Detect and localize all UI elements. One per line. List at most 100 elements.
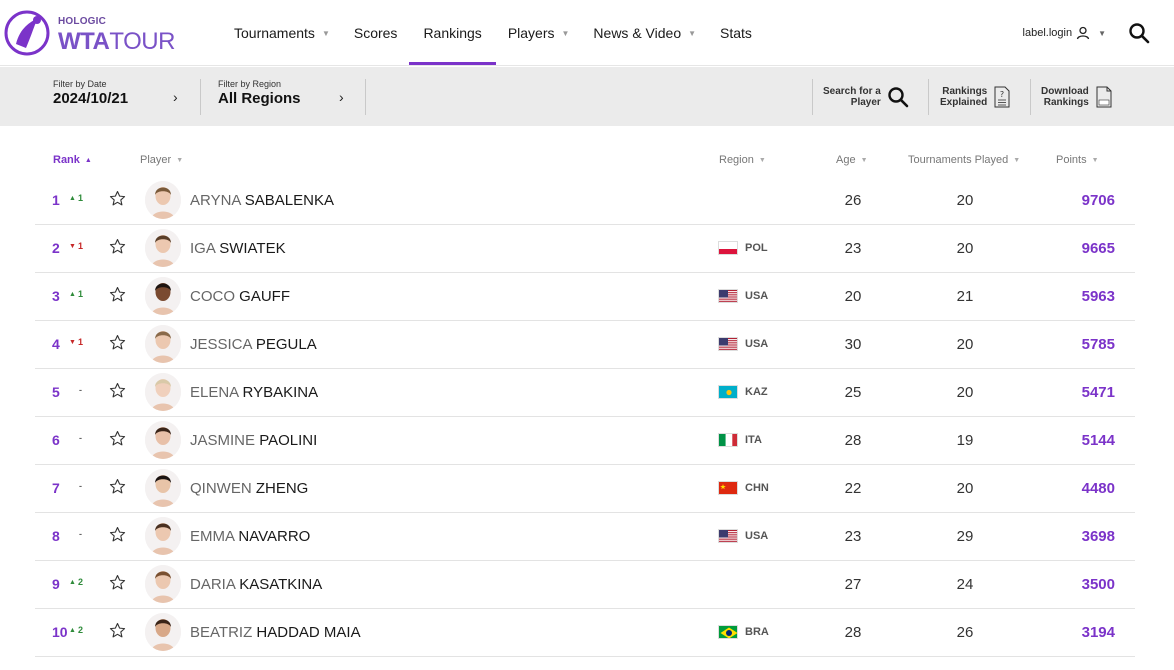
nav-label: Players [507,25,555,41]
top-navigation: HOLOGIC WTATOUR Tournaments ▼ Scores Rank… [0,0,1174,66]
favorite-star-icon[interactable] [109,286,126,303]
country-code: POL [745,242,768,254]
chevron-down-icon: ▼ [561,28,570,38]
search-player-line1: Search for a [823,86,881,97]
table-row[interactable]: 10 ▲ 2 BEATRIZ HADDAD MAIA BRA 28 26 319… [35,609,1135,657]
table-row[interactable]: 6 - JASMINE PAOLINI ITA 28 19 5144 [35,417,1135,465]
tournaments-played: 20 [956,240,974,257]
rank-movement: - [77,481,82,491]
player-avatar[interactable] [145,517,181,555]
player-avatar[interactable] [145,373,181,411]
favorite-star-icon[interactable] [109,334,126,351]
nav-news-video[interactable]: News & Video ▼ [581,0,708,66]
player-name-link[interactable]: EMMA NAVARRO [190,528,310,545]
nav-stats[interactable]: Stats [708,0,764,66]
player-portrait-icon [145,517,181,555]
player-portrait-icon [145,229,181,267]
player-avatar[interactable] [145,469,181,507]
chevron-down-icon: ▼ [758,156,766,164]
nav-tournaments[interactable]: Tournaments ▼ [222,0,342,66]
table-row[interactable]: 9 ▲ 2 DARIA KASATKINA 27 24 3500 [35,561,1135,609]
rank-movement: ▼ 1 [69,337,83,347]
player-name-link[interactable]: COCO GAUFF [190,288,290,305]
favorite-star-icon[interactable] [109,382,126,399]
player-portrait-icon [145,277,181,315]
player-avatar[interactable] [145,181,181,219]
chevron-down-icon: ▼ [1013,156,1021,164]
player-age: 25 [844,384,862,401]
sort-age[interactable]: Age ▼ [836,154,868,166]
favorite-star-icon[interactable] [109,190,126,207]
player-name-link[interactable]: ELENA RYBAKINA [190,384,318,401]
favorite-star-icon[interactable] [109,574,126,591]
player-name-link[interactable]: QINWEN ZHENG [190,480,308,497]
region-filter[interactable]: Filter by Region All Regions › [218,79,353,115]
country-flag [718,625,738,639]
player-avatar[interactable] [145,277,181,315]
sort-points[interactable]: Points ▼ [1056,154,1099,166]
sort-tournaments-played[interactable]: Tournaments Played ▼ [908,154,1020,166]
player-age: 20 [844,288,862,305]
rank-movement: ▲ 2 [69,577,83,587]
sort-rank[interactable]: Rank ▲ [53,154,92,166]
player-first-name: QINWEN [190,480,252,497]
china-flag-icon [719,482,737,494]
table-row[interactable]: 5 - ELENA RYBAKINA KAZ 25 20 5471 [35,369,1135,417]
player-name-link[interactable]: BEATRIZ HADDAD MAIA [190,624,361,641]
sort-region[interactable]: Region ▼ [719,154,766,166]
table-row[interactable]: 3 ▲ 1 COCO GAUFF USA 20 21 5963 [35,273,1135,321]
login-button[interactable]: label.login ▼ [1023,26,1106,40]
usa-flag-icon [719,290,737,302]
country-flag [718,481,738,495]
download-rankings-button[interactable]: Download Rankings [1041,79,1113,115]
nav-rankings[interactable]: Rankings [409,0,497,66]
player-avatar[interactable] [145,613,181,651]
rank-number: 8 [52,528,60,544]
player-avatar[interactable] [145,421,181,459]
search-player-button[interactable]: Search for a Player [823,79,909,115]
header-player-label: Player [140,154,172,166]
nav-players[interactable]: Players ▼ [496,0,582,66]
movement-value: 1 [77,241,83,251]
player-last-name: SWIATEK [219,240,286,257]
download-line1: Download [1041,86,1089,97]
favorite-star-icon[interactable] [109,622,126,639]
tournaments-played: 24 [956,576,974,593]
nav-scores[interactable]: Scores [342,0,410,66]
movement-arrow-icon: ▲ [69,626,76,634]
header-rank-label: Rank [53,154,80,166]
table-row[interactable]: 7 - QINWEN ZHENG CHN 22 20 4480 [35,465,1135,513]
player-avatar[interactable] [145,325,181,363]
player-name-link[interactable]: JESSICA PEGULA [190,336,317,353]
player-name-link[interactable]: JASMINE PAOLINI [190,432,317,449]
user-icon [1076,26,1090,40]
table-row[interactable]: 2 ▼ 1 IGA SWIATEK POL 23 20 9665 [35,225,1135,273]
favorite-star-icon[interactable] [109,526,126,543]
wta-logo[interactable]: HOLOGIC WTATOUR [4,8,175,58]
player-name-link[interactable]: IGA SWIATEK [190,240,286,257]
favorite-star-icon[interactable] [109,430,126,447]
rankings-explained-button[interactable]: Rankings Explained ? [940,79,1011,115]
table-row[interactable]: 4 ▼ 1 JESSICA PEGULA USA 30 20 5785 [35,321,1135,369]
sort-player[interactable]: Player ▼ [140,154,183,166]
movement-value: - [79,481,82,491]
table-row[interactable]: 1 ▲ 1 ARYNA SABALENKA 26 20 9706 [35,177,1135,225]
player-first-name: COCO [190,288,235,305]
table-row[interactable]: 8 - EMMA NAVARRO USA 23 29 3698 [35,513,1135,561]
ranking-points: 5471 [1081,384,1115,401]
player-avatar[interactable] [145,565,181,603]
country-code: BRA [745,626,769,638]
kazakhstan-flag-icon [719,386,737,398]
player-avatar[interactable] [145,229,181,267]
explained-line2: Explained [940,97,988,108]
country-flag [718,385,738,399]
player-name-link[interactable]: ARYNA SABALENKA [190,192,334,209]
favorite-star-icon[interactable] [109,478,126,495]
download-line2: Rankings [1043,97,1089,108]
nav-label: Stats [720,25,752,41]
player-name-link[interactable]: DARIA KASATKINA [190,576,322,593]
date-filter[interactable]: Filter by Date 2024/10/21 › [53,79,188,115]
search-icon[interactable] [1128,22,1150,44]
tournaments-played: 20 [956,192,974,209]
favorite-star-icon[interactable] [109,238,126,255]
